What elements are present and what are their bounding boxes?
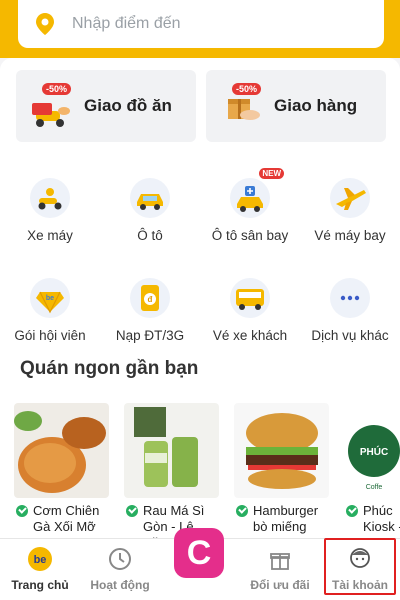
restaurant-image: PHÚC Coffe — [344, 403, 400, 498]
service-cards: -50% Giao đồ ăn -50% Giao hàng — [16, 70, 386, 142]
verified-icon — [236, 505, 248, 517]
food-delivery-label: Giao đồ ăn — [84, 96, 172, 115]
nav-label: Đổi ưu đãi — [250, 578, 310, 592]
bus-icon — [230, 278, 270, 318]
car-icon — [130, 178, 170, 218]
food-delivery-card[interactable]: -50% Giao đồ ăn — [16, 70, 196, 142]
airport-car-icon: NEW — [230, 168, 284, 218]
service-label: Xe máy — [27, 228, 73, 243]
nav-label: Tài khoản — [331, 578, 388, 592]
nav-label: Hoạt động — [90, 578, 150, 592]
service-topup[interactable]: đ Nạp ĐT/3G — [100, 262, 200, 362]
service-motorbike[interactable]: Xe máy — [0, 162, 100, 262]
location-pin-icon — [36, 13, 54, 35]
more-icon — [330, 278, 370, 318]
service-car[interactable]: Ô tô — [100, 162, 200, 262]
center-app-icon[interactable]: C — [174, 528, 224, 578]
topup-icon: đ — [130, 278, 170, 318]
package-delivery-icon: -50% — [218, 81, 268, 131]
service-membership[interactable]: be Gói hội viên — [0, 262, 100, 362]
nav-label: Trang chủ — [11, 578, 69, 592]
brand-text: PHÚC — [360, 445, 388, 458]
top-header: Nhập điểm đến — [0, 0, 400, 58]
restaurant-image — [14, 403, 109, 498]
restaurant-card[interactable]: PHÚC Coffe Phúc Kiosk - — [344, 403, 400, 538]
restaurant-image — [234, 403, 329, 498]
service-label: Nạp ĐT/3G — [115, 328, 185, 343]
svg-text:be: be — [34, 554, 47, 566]
package-delivery-card[interactable]: -50% Giao hàng — [206, 70, 386, 142]
motorbike-icon — [30, 178, 70, 218]
service-bus[interactable]: Vé xe khách — [200, 262, 300, 362]
service-label: Dịch vụ khác — [311, 328, 389, 343]
food-delivery-icon: -50% — [28, 81, 78, 131]
package-delivery-label: Giao hàng — [274, 96, 358, 115]
nav-home[interactable]: be Trang chủ — [0, 539, 80, 600]
section-title: Quán ngon gần bạn — [20, 358, 199, 379]
service-flight[interactable]: Vé máy bay — [300, 162, 400, 262]
service-label: Ô tô — [137, 228, 163, 243]
clock-icon — [106, 545, 134, 573]
restaurant-card[interactable]: Cơm ChiênGà Xối Mỡ Hư... — [14, 403, 109, 538]
membership-icon: be — [30, 278, 70, 318]
destination-search[interactable]: Nhập điểm đến — [18, 0, 384, 48]
restaurant-card[interactable]: Rau Má SìGòn - Lê Văn... — [124, 403, 219, 538]
svg-text:be: be — [46, 295, 54, 302]
restaurant-name: Cơm ChiênGà Xối Mỡ Hư... — [33, 503, 100, 538]
service-label: Vé xe khách — [212, 328, 288, 343]
svg-text:đ: đ — [148, 295, 153, 304]
discount-badge: -50% — [232, 83, 262, 95]
verified-icon — [346, 505, 358, 517]
brand-subtext: Coffe — [366, 484, 383, 491]
account-icon — [346, 545, 374, 573]
be-home-icon: be — [26, 545, 54, 573]
nav-account[interactable]: Tài khoản — [320, 539, 400, 600]
verified-icon — [126, 505, 138, 517]
discount-badge: -50% — [42, 83, 72, 95]
verified-icon — [16, 505, 28, 517]
service-label: Gói hội viên — [14, 328, 86, 343]
nav-rewards[interactable]: Đổi ưu đãi — [240, 539, 320, 600]
search-placeholder: Nhập điểm đến — [72, 15, 181, 32]
service-airport-car[interactable]: NEW Ô tô sân bay — [200, 162, 300, 262]
nav-activity[interactable]: Hoạt động — [80, 539, 160, 600]
nearby-restaurants: Cơm ChiênGà Xối Mỡ Hư... Rau Má SìGòn - … — [14, 403, 400, 538]
airplane-icon — [330, 178, 370, 218]
new-badge: NEW — [259, 168, 284, 179]
gift-icon — [266, 545, 294, 573]
restaurant-name: Hamburgerbò miếng HA... — [253, 503, 319, 538]
service-more[interactable]: Dịch vụ khác — [300, 262, 400, 362]
service-label: Vé máy bay — [314, 228, 386, 243]
restaurant-image — [124, 403, 219, 498]
service-grid: Xe máy Ô tô NEW Ô tô sân bay Vé máy bay … — [0, 162, 400, 362]
restaurant-name: Phúc Kiosk - — [363, 503, 400, 534]
restaurant-card[interactable]: Hamburgerbò miếng HA... — [234, 403, 329, 538]
main-content: -50% Giao đồ ăn -50% Giao hàng Xe máy Ô … — [0, 58, 400, 538]
service-label: Ô tô sân bay — [211, 228, 289, 243]
